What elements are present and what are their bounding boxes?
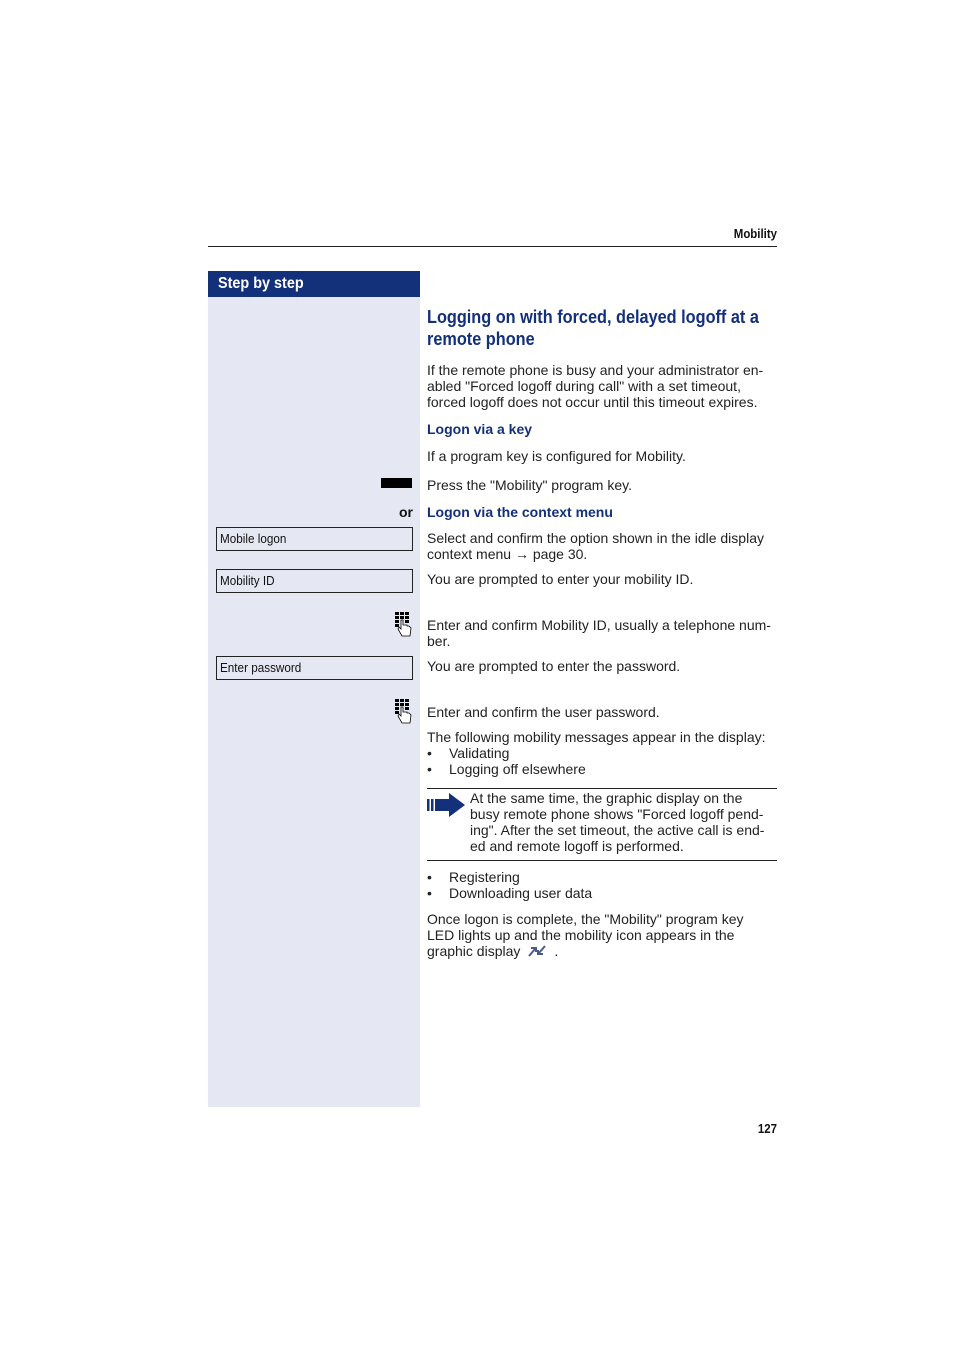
display-mobility-id[interactable]: Mobility ID xyxy=(216,569,413,593)
logon-key-condition: If a program key is configured for Mobil… xyxy=(427,448,686,464)
completion-line: graphic display . xyxy=(427,943,779,959)
instruction-line: Enter and confirm Mobility ID, usually a… xyxy=(427,617,771,633)
completion-line: LED lights up and the mobility icon appe… xyxy=(427,927,735,943)
sidebar-panel xyxy=(208,297,420,1107)
mobility-icon xyxy=(528,945,547,957)
completion-text: graphic display xyxy=(427,943,521,959)
logon-via-context-menu-heading: Logon via the context menu xyxy=(427,504,613,520)
note-line: ing". After the set timeout, the active … xyxy=(470,822,765,838)
display-text: Enter password xyxy=(220,660,302,675)
context-menu-instruction: Select and confirm the option shown in t… xyxy=(427,530,779,562)
list-item: Downloading user data xyxy=(427,885,779,901)
header-divider xyxy=(208,246,777,247)
message-list: Validating Logging off elsewhere xyxy=(427,745,779,777)
message-list: Registering Downloading user data xyxy=(427,869,779,901)
section-title: Mobility xyxy=(733,226,777,241)
messages-block-1: The following mobility messages appear i… xyxy=(427,729,779,777)
prompt-password: You are prompted to enter the password. xyxy=(427,658,681,674)
messages-block-2: Registering Downloading user data xyxy=(427,869,779,901)
program-key-icon[interactable] xyxy=(381,478,412,488)
page-title-text: Logging on with forced, delayed logoff a… xyxy=(427,306,759,349)
note-arrow-icon xyxy=(427,793,465,817)
completion-paragraph: Once logon is complete, the "Mobility" p… xyxy=(427,911,779,959)
instruction-line: context menu → page 30. xyxy=(427,546,588,562)
press-key-instruction: Press the "Mobility" program key. xyxy=(427,477,632,493)
note-top-divider xyxy=(427,788,777,789)
prompt-mobility-id: You are prompted to enter your mobility … xyxy=(427,571,694,587)
or-label: or xyxy=(399,504,413,520)
keypad-icon xyxy=(395,699,412,724)
page-title: Logging on with forced, delayed logoff a… xyxy=(427,306,777,350)
display-text: Mobile logon xyxy=(220,531,287,546)
keypad-icon xyxy=(395,612,412,637)
list-item: Registering xyxy=(427,869,779,885)
intro-paragraph: If the remote phone is busy and your adm… xyxy=(427,362,779,410)
sidebar-heading-label: Step by step xyxy=(218,275,304,292)
list-item: Validating xyxy=(427,745,779,761)
intro-line: abled "Forced logoff during call" with a… xyxy=(427,378,741,394)
note-line: At the same time, the graphic display on… xyxy=(470,790,743,806)
instruction-line: ber. xyxy=(427,633,451,649)
note-line: ed and remote logoff is performed. xyxy=(470,838,684,854)
instruction-line: Select and confirm the option shown in t… xyxy=(427,530,764,546)
messages-intro: The following mobility messages appear i… xyxy=(427,729,766,745)
display-mobile-logon[interactable]: Mobile logon xyxy=(216,527,413,551)
note-paragraph: At the same time, the graphic display on… xyxy=(470,790,780,854)
page-number: 127 xyxy=(757,1121,777,1136)
display-enter-password[interactable]: Enter password xyxy=(216,656,413,680)
completion-text: . xyxy=(554,943,559,959)
sidebar-heading: Step by step xyxy=(208,271,420,297)
display-text: Mobility ID xyxy=(220,573,275,588)
intro-line: forced logoff does not occur until this … xyxy=(427,394,758,410)
list-item: Logging off elsewhere xyxy=(427,761,779,777)
logon-via-key-heading: Logon via a key xyxy=(427,421,533,437)
note-line: busy remote phone shows "Forced logoff p… xyxy=(470,806,764,822)
enter-id-instruction: Enter and confirm Mobility ID, usually a… xyxy=(427,617,779,649)
note-bottom-divider xyxy=(427,860,777,861)
enter-password-instruction: Enter and confirm the user password. xyxy=(427,704,660,720)
completion-line: Once logon is complete, the "Mobility" p… xyxy=(427,911,744,927)
intro-line: If the remote phone is busy and your adm… xyxy=(427,362,764,378)
